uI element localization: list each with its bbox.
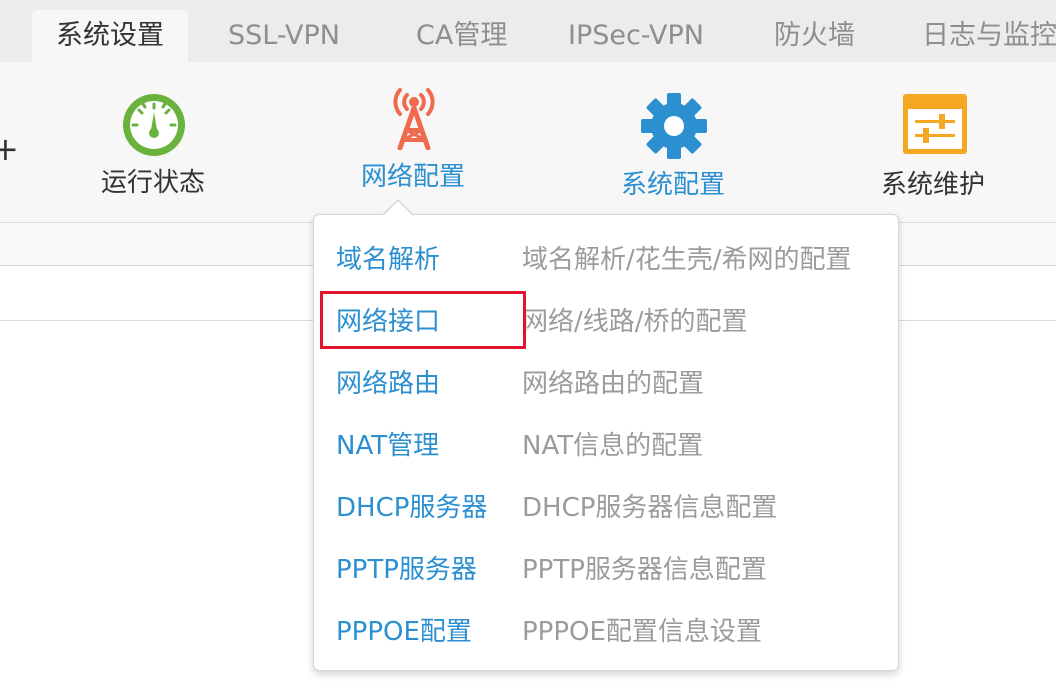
dropdown-caret-fill	[384, 201, 412, 215]
toolbar-item-system-maintenance[interactable]: 系统维护	[800, 62, 1056, 222]
menu-item-desc: DHCP服务器信息配置	[522, 493, 778, 523]
tab-ssl-vpn[interactable]: SSL-VPN	[228, 10, 340, 62]
menu-item-name[interactable]: NAT管理	[336, 415, 439, 477]
tab-logs-monitoring[interactable]: 日志与监控	[922, 10, 1056, 62]
toolbar-label-system-config: 系统配置	[620, 170, 726, 200]
toolbar-label-system-maintenance: 系统维护	[880, 170, 986, 200]
toolbar-item-network-config[interactable]: 网络配置	[300, 62, 560, 222]
menu-item-network-routing[interactable]: 网络路由 网络路由的配置	[314, 353, 898, 415]
toolbar-item-run-status[interactable]: 运行状态	[0, 62, 300, 222]
menu-item-desc: PPTP服务器信息配置	[522, 555, 767, 585]
network-config-dropdown: 域名解析 域名解析/花生壳/希网的配置 网络接口 网络/线路/桥的配置 网络路由…	[313, 214, 899, 671]
highlight-box	[320, 291, 526, 349]
main-toolbar: + 运行状态 网络配置 系统配置 系统维护	[0, 62, 1056, 223]
menu-item-desc: PPPOE配置信息设置	[522, 617, 762, 647]
tab-ca-management[interactable]: CA管理	[416, 10, 507, 62]
menu-item-desc: 域名解析/花生壳/希网的配置	[522, 245, 852, 275]
antenna-tower-icon	[393, 88, 435, 150]
menu-item-pppoe[interactable]: PPPOE配置 PPPOE配置信息设置	[314, 601, 898, 663]
tab-ipsec-vpn[interactable]: IPSec-VPN	[568, 10, 704, 62]
toolbar-label-run-status: 运行状态	[100, 168, 206, 198]
menu-item-desc: 网络/线路/桥的配置	[522, 307, 748, 337]
tab-system-settings[interactable]: 系统设置	[32, 10, 188, 62]
toolbar-label-network-config: 网络配置	[360, 162, 466, 192]
menu-item-name[interactable]: PPTP服务器	[336, 539, 477, 601]
menu-item-nat[interactable]: NAT管理 NAT信息的配置	[314, 415, 898, 477]
gauge-icon	[123, 94, 185, 156]
menu-item-desc: 网络路由的配置	[522, 369, 705, 399]
menu-item-name[interactable]: 域名解析	[336, 229, 440, 291]
menu-item-desc: NAT信息的配置	[522, 431, 704, 461]
menu-item-name[interactable]: PPPOE配置	[336, 601, 472, 663]
menu-item-name[interactable]: 网络路由	[336, 353, 440, 415]
sliders-icon	[903, 94, 967, 154]
menu-item-dhcp[interactable]: DHCP服务器 DHCP服务器信息配置	[314, 477, 898, 539]
gear-icon	[641, 93, 707, 159]
menu-item-pptp[interactable]: PPTP服务器 PPTP服务器信息配置	[314, 539, 898, 601]
menu-item-dns[interactable]: 域名解析 域名解析/花生壳/希网的配置	[314, 229, 898, 291]
toolbar-item-system-config[interactable]: 系统配置	[560, 62, 800, 222]
top-tab-bar: 系统设置 SSL-VPN CA管理 IPSec-VPN 防火墙 日志与监控	[0, 0, 1056, 63]
menu-item-name[interactable]: DHCP服务器	[336, 477, 487, 539]
tab-firewall[interactable]: 防火墙	[774, 10, 855, 62]
